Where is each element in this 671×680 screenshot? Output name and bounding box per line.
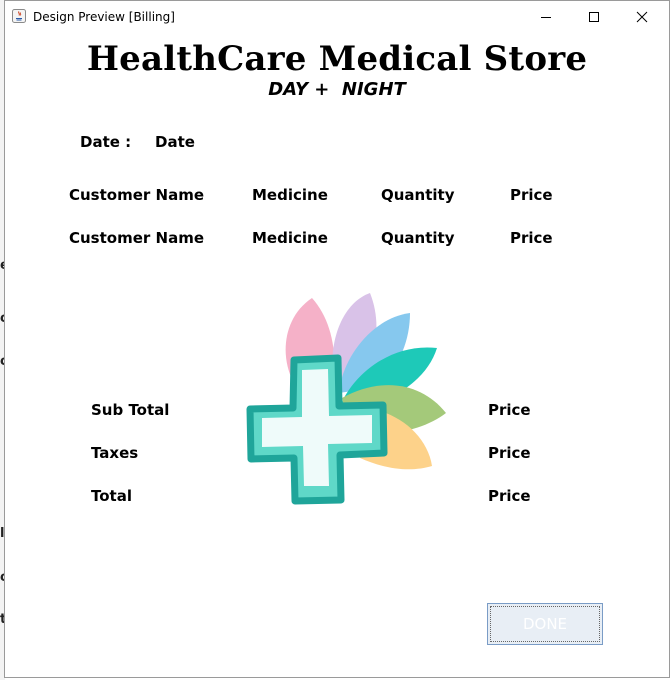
- store-title: HealthCare Medical Store: [86, 39, 588, 79]
- billing-window: Design Preview [Billing] HealthCare Medi…: [4, 0, 670, 678]
- title-bar[interactable]: Design Preview [Billing]: [5, 1, 669, 33]
- close-button[interactable]: [618, 1, 666, 33]
- medicine-header: Medicine: [252, 186, 328, 204]
- taxes-label: Taxes: [91, 444, 139, 462]
- minimize-icon: [541, 17, 551, 18]
- price-value: Price: [510, 229, 553, 247]
- date-value: Date: [155, 133, 195, 151]
- window-title: Design Preview [Billing]: [33, 10, 175, 24]
- total-label: Total: [91, 487, 132, 505]
- date-label: Date :: [80, 133, 132, 151]
- total-value: Price: [488, 487, 531, 505]
- taxes-value: Price: [488, 444, 531, 462]
- store-tagline: DAY + NIGHT: [268, 79, 406, 100]
- medical-cross-logo: [246, 293, 446, 505]
- java-app-icon: [12, 9, 26, 23]
- maximize-icon: [589, 12, 599, 22]
- customer-name-header: Customer Name: [69, 186, 204, 204]
- subtotal-label: Sub Total: [91, 401, 170, 419]
- customer-name-value: Customer Name: [69, 229, 204, 247]
- quantity-header: Quantity: [381, 186, 455, 204]
- quantity-value: Quantity: [381, 229, 455, 247]
- medicine-value: Medicine: [252, 229, 328, 247]
- done-button[interactable]: DONE: [487, 603, 603, 645]
- maximize-button[interactable]: [570, 1, 618, 33]
- price-header: Price: [510, 186, 553, 204]
- subtotal-value: Price: [488, 401, 531, 419]
- close-icon: [636, 11, 648, 23]
- minimize-button[interactable]: [522, 1, 570, 33]
- billing-content: HealthCare Medical Store DAY + NIGHT Dat…: [5, 33, 669, 679]
